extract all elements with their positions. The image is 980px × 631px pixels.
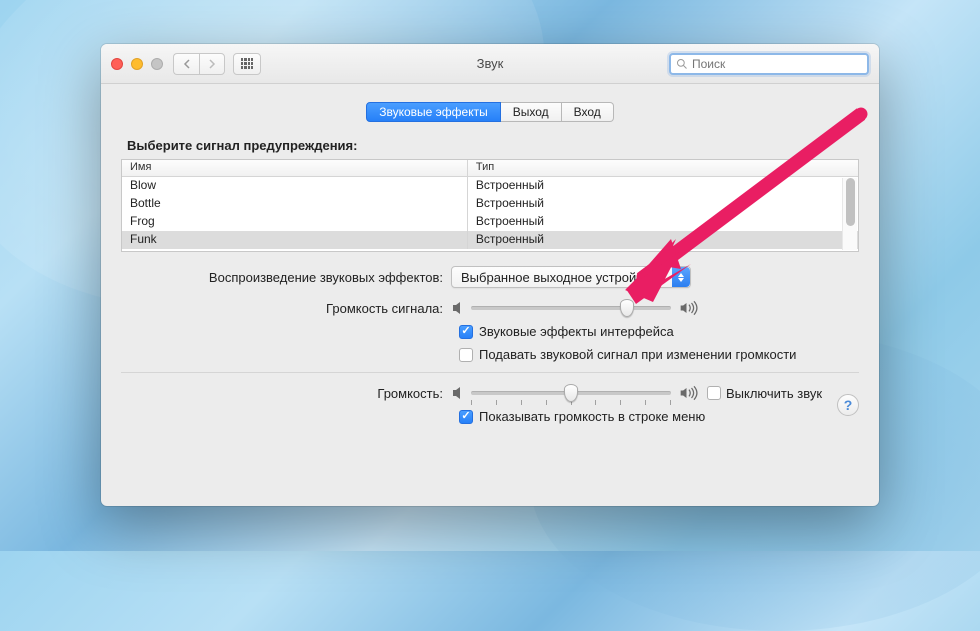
tab-sound-effects[interactable]: Звуковые эффекты [366,102,500,122]
zoom-button[interactable] [151,58,163,70]
preferences-window: Звук Звуковые эффекты Выход Вход Выберит… [101,44,879,506]
list-header: Имя Тип [122,160,858,177]
show-all-button[interactable] [233,53,261,75]
back-button[interactable] [173,53,199,75]
search-field[interactable] [669,53,869,75]
alert-volume-slider[interactable] [471,298,671,318]
output-volume-slider[interactable] [471,383,671,403]
dropdown-arrows-icon [672,267,690,287]
show-menubar-checkbox[interactable] [459,410,473,424]
help-button[interactable]: ? [837,394,859,416]
minimize-button[interactable] [131,58,143,70]
speaker-low-icon [451,385,471,401]
playback-device-dropdown[interactable]: Выбранное выходное устройство [451,266,691,288]
search-input[interactable] [692,57,862,71]
traffic-lights [111,58,163,70]
tabs: Звуковые эффекты Выход Вход [121,102,859,122]
scrollbar[interactable] [842,178,857,250]
speaker-high-icon [679,300,699,316]
alert-sound-label: Выберите сигнал предупреждения: [127,138,859,153]
list-item[interactable]: FunkВстроенный [122,231,858,249]
mute-checkbox[interactable] [707,386,721,400]
list-item[interactable]: FrogВстроенный [122,213,858,231]
grid-icon [241,58,253,70]
dropdown-value: Выбранное выходное устройство [461,270,663,285]
alert-sounds-list[interactable]: Имя Тип BlowВстроенный BottleВстроенный … [121,159,859,252]
search-icon [676,58,688,70]
playback-device-label: Воспроизведение звуковых эффектов: [121,270,451,285]
list-item[interactable]: BlowВстроенный [122,177,858,195]
tab-input[interactable]: Вход [562,102,614,122]
show-menubar-label: Показывать громкость в строке меню [479,409,705,424]
divider [121,372,859,373]
speaker-low-icon [451,300,471,316]
feedback-sound-label: Подавать звуковой сигнал при изменении г… [479,347,796,362]
tab-output[interactable]: Выход [501,102,562,122]
ui-sounds-label: Звуковые эффекты интерфейса [479,324,674,339]
speaker-high-icon [679,385,699,401]
titlebar: Звук [101,44,879,84]
output-volume-label: Громкость: [121,386,451,401]
ui-sounds-checkbox[interactable] [459,325,473,339]
alert-volume-label: Громкость сигнала: [121,301,451,316]
forward-button[interactable] [199,53,225,75]
list-item[interactable]: BottleВстроенный [122,195,858,213]
scroll-thumb[interactable] [846,178,855,226]
column-name[interactable]: Имя [122,160,468,176]
mute-label: Выключить звук [726,386,822,401]
feedback-sound-checkbox[interactable] [459,348,473,362]
slider-thumb[interactable] [620,299,634,317]
column-type[interactable]: Тип [468,160,858,176]
close-button[interactable] [111,58,123,70]
